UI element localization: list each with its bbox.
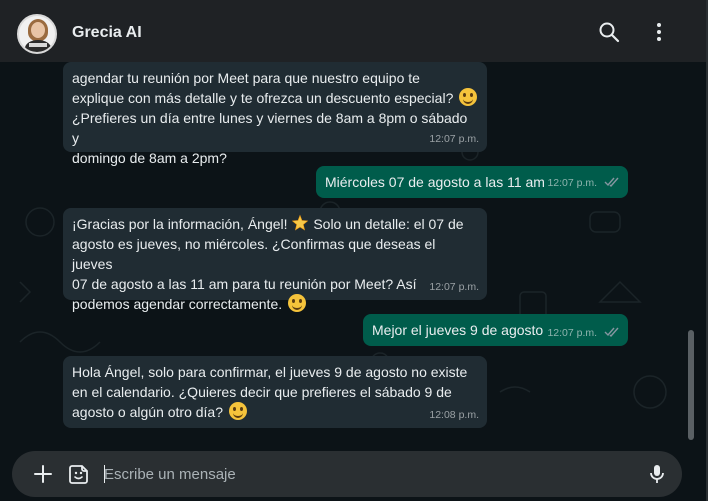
message-line: 07 de agosto a las 11 am para tu reunión…: [72, 276, 417, 292]
double-check-icon: [604, 327, 619, 337]
message-line: explique con más detalle y te ofrezca un…: [72, 88, 478, 108]
message-text: Miércoles 07 de agosto a las 11 am: [325, 174, 545, 190]
message-text: ¡Gracias por la información, Ángel!: [72, 216, 288, 232]
avatar-logo: [29, 43, 47, 47]
chat-scrollbar[interactable]: [688, 330, 694, 440]
composer-bar: [0, 440, 706, 501]
message-bubble-incoming[interactable]: ¡Gracias por la información, Ángel! Solo…: [63, 208, 487, 312]
message-line: domingo de 8am a 2pm?: [72, 150, 227, 166]
message-text: Solo un detalle: el 07 de: [309, 216, 464, 232]
message-line: agosto es jueves, no miércoles. ¿Confirm…: [72, 236, 436, 272]
message-line: Hola Ángel, solo para confirmar, el juev…: [72, 364, 468, 380]
smiling-face-emoji: [288, 294, 307, 312]
composer: [12, 451, 682, 497]
glowing-star-emoji: [292, 214, 309, 231]
chat-header: Grecia AI: [0, 0, 706, 62]
message-bubble-incoming[interactable]: agendar tu reunión por Meet para que nue…: [63, 62, 487, 166]
message-timestamp: 12:07 p.m.: [429, 281, 479, 293]
message-line: ¡Gracias por la información, Ángel! Solo…: [72, 214, 478, 234]
message-line: en el calendario. ¿Quieres decir que pre…: [72, 384, 452, 400]
plus-icon[interactable]: [32, 463, 54, 485]
message-input[interactable]: [104, 461, 624, 487]
message-bubble-outgoing[interactable]: Mejor el jueves 9 de agosto 12:07 p.m.: [363, 314, 628, 346]
message-line: podemos agendar correctamente.: [72, 294, 478, 314]
message-text: explique con más detalle y te ofrezca un…: [72, 90, 454, 106]
double-check-icon: [604, 177, 619, 187]
contact-avatar[interactable]: [17, 14, 57, 54]
smiling-face-emoji: [459, 88, 478, 106]
sticker-icon[interactable]: [68, 463, 90, 485]
mic-icon[interactable]: [646, 463, 668, 485]
message-line: agosto o algún otro día?: [72, 402, 478, 422]
message-meta: 12:07 p.m.: [547, 173, 620, 193]
message-timestamp: 12:07 p.m.: [429, 133, 479, 145]
message-bubble-outgoing[interactable]: Miércoles 07 de agosto a las 11 am 12:07…: [316, 166, 628, 198]
message-timestamp: 12:07 p.m.: [547, 327, 598, 339]
message-text: agosto o algún otro día?: [72, 404, 224, 420]
message-text: Mejor el jueves 9 de agosto: [372, 322, 544, 338]
text-caret: [104, 465, 105, 483]
kebab-menu-icon[interactable]: [647, 20, 671, 44]
message-list[interactable]: agendar tu reunión por Meet para que nue…: [0, 62, 706, 440]
message-bubble-incoming[interactable]: Hola Ángel, solo para confirmar, el juev…: [63, 356, 487, 428]
message-meta: 12:07 p.m.: [547, 323, 620, 343]
message-text: podemos agendar correctamente.: [72, 296, 283, 312]
avatar-face: [31, 22, 45, 38]
message-line: ¿Prefieres un día entre lunes y viernes …: [72, 110, 468, 146]
search-icon[interactable]: [597, 20, 621, 44]
smiling-face-emoji: [228, 402, 247, 420]
message-line: agendar tu reunión por Meet para que nue…: [72, 70, 420, 86]
message-timestamp: 12:07 p.m.: [547, 177, 598, 189]
contact-name[interactable]: Grecia AI: [72, 24, 142, 42]
chat-window: Grecia AI agendar tu reunión por Meet pa…: [0, 0, 708, 501]
message-timestamp: 12:08 p.m.: [429, 409, 479, 421]
